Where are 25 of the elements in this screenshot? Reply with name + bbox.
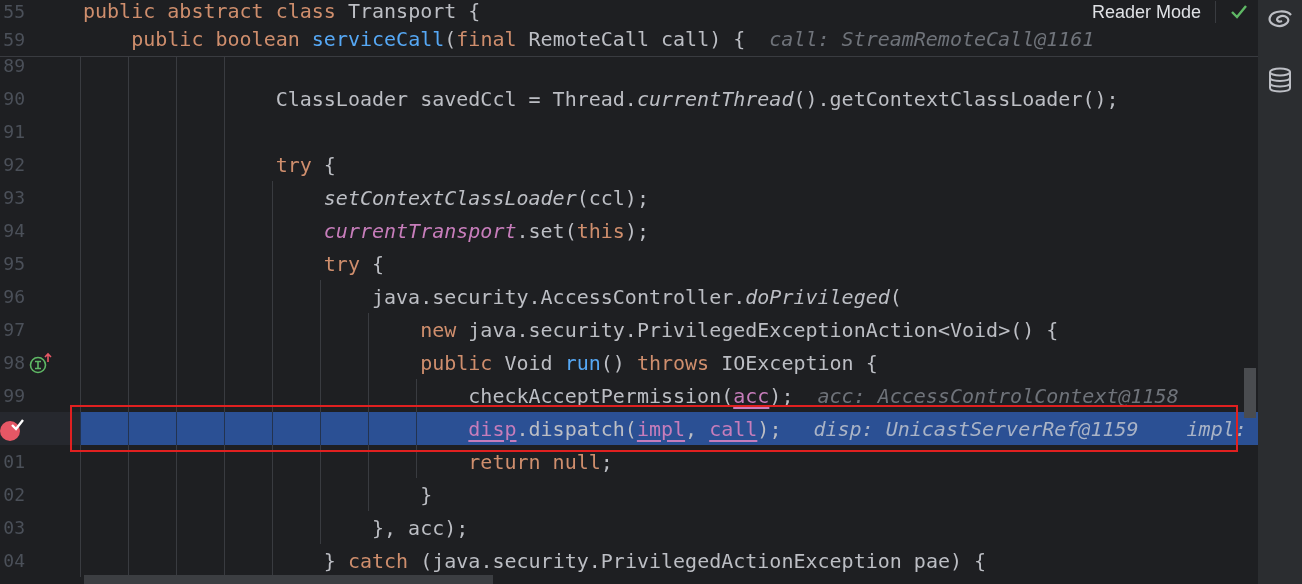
code-line: public boolean serviceCall(final RemoteCall call) { xyxy=(131,27,746,51)
code-line: setContextClassLoader(ccl); xyxy=(323,185,649,210)
database-icon[interactable] xyxy=(1268,67,1292,93)
code-line: } xyxy=(420,482,433,507)
code-line: ClassLoader savedCcl = Thread.currentThread().getContextClassLoader(); xyxy=(275,86,1119,111)
reader-mode-link[interactable]: Reader Mode xyxy=(1091,1,1201,23)
code-line: }, acc); xyxy=(372,515,469,540)
code-line: } catch (java.security.PrivilegedActionException pae) { xyxy=(323,548,987,573)
code-line: try { xyxy=(275,152,336,177)
inline-hint: disp: UnicastServerRef@1159 xyxy=(813,416,1139,441)
inline-hint: call: StreamRemoteCall@1161 xyxy=(769,27,1095,51)
code-line: try { xyxy=(323,251,385,276)
code-line: public abstract class Transport { xyxy=(83,0,481,22)
code-line: return null; xyxy=(468,449,613,474)
code-line: new java.security.PrivilegedExceptionAction<Void>() { xyxy=(420,317,1059,342)
code-line: currentTransport.set(this); xyxy=(323,218,649,243)
gutter-marker-icon[interactable] xyxy=(29,351,53,374)
horizontal-scrollbar[interactable] xyxy=(84,575,493,584)
vertical-scrollbar[interactable] xyxy=(1244,368,1256,418)
check-icon[interactable] xyxy=(1230,4,1248,20)
code-line: java.security.AccessController.doPrivileged( xyxy=(372,284,902,309)
code-line: checkAcceptPermission(acc); xyxy=(468,383,794,408)
inline-hint: acc: AccessControlContext@1158 xyxy=(817,383,1179,408)
code-line: disp.dispatch(impl, call); xyxy=(468,416,782,441)
code-line: public Void run() throws IOException { xyxy=(420,350,878,375)
